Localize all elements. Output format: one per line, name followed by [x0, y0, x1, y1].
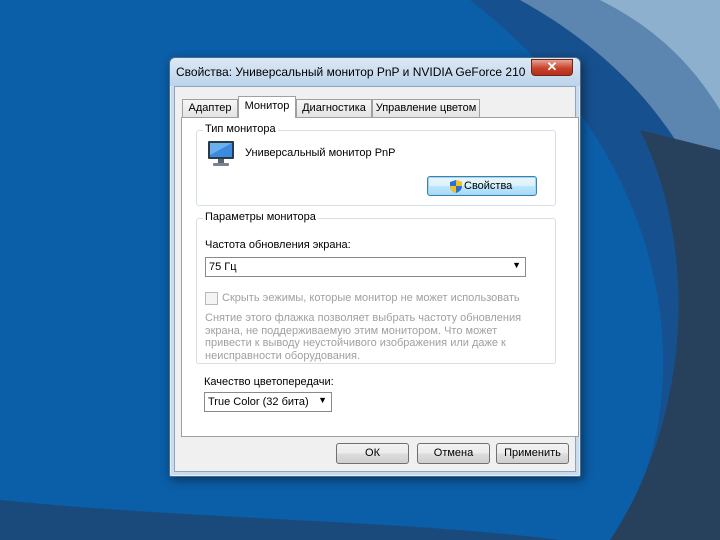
hide-modes-label: Скрыть эежимы, которые монитор не может … [222, 292, 520, 304]
properties-dialog: Свойства: Универсальный монитор PnP и NV… [169, 57, 581, 477]
refresh-rate-label: Частота обновления экрана: [205, 239, 351, 251]
monitor-name: Универсальный монитор PnP [245, 147, 396, 159]
color-quality-label: Качество цветопередачи: [204, 376, 334, 388]
ok-button[interactable]: ОК [336, 443, 409, 464]
dropdown-arrow-icon: ▼ [512, 260, 521, 270]
cancel-button[interactable]: Отмена [417, 443, 490, 464]
title-bar[interactable]: Свойства: Универсальный монитор PnP и NV… [170, 58, 580, 86]
monitor-type-group: Тип монитора Универсальный монитор PnP С… [196, 123, 556, 206]
monitor-type-title: Тип монитора [203, 123, 278, 135]
tab-monitor[interactable]: Монитор [238, 96, 296, 118]
monitor-properties-label: Свойства [464, 180, 513, 192]
monitor-tab-panel: Тип монитора Универсальный монитор PnP С… [181, 117, 579, 437]
close-icon: ✕ [546, 59, 558, 74]
monitor-settings-group: Параметры монитора Частота обновления эк… [196, 211, 556, 364]
tab-adapter[interactable]: Адаптер [182, 99, 238, 117]
hide-modes-checkbox[interactable] [205, 292, 218, 305]
monitor-settings-title: Параметры монитора [203, 211, 318, 223]
hide-modes-description: Снятие этого флажка позволяет выбрать ча… [205, 312, 522, 362]
shield-icon [450, 180, 462, 193]
apply-button[interactable]: Применить [496, 443, 569, 464]
refresh-rate-value: 75 Гц [209, 261, 237, 273]
dialog-client: Адаптер Монитор Диагностика Управление ц… [174, 86, 579, 472]
monitor-icon [208, 141, 234, 166]
color-quality-select[interactable]: True Color (32 бита) ▼ [204, 392, 332, 412]
refresh-rate-select[interactable]: 75 Гц ▼ [205, 257, 526, 277]
tab-diagnostics[interactable]: Диагностика [296, 99, 372, 117]
color-quality-value: True Color (32 бита) [208, 396, 309, 408]
window-title: Свойства: Универсальный монитор PnP и NV… [176, 65, 526, 79]
close-button[interactable]: ✕ [531, 59, 573, 76]
tab-color-management[interactable]: Управление цветом [372, 99, 480, 117]
dropdown-arrow-icon: ▼ [318, 395, 327, 405]
monitor-properties-button[interactable]: Свойства [427, 176, 537, 196]
